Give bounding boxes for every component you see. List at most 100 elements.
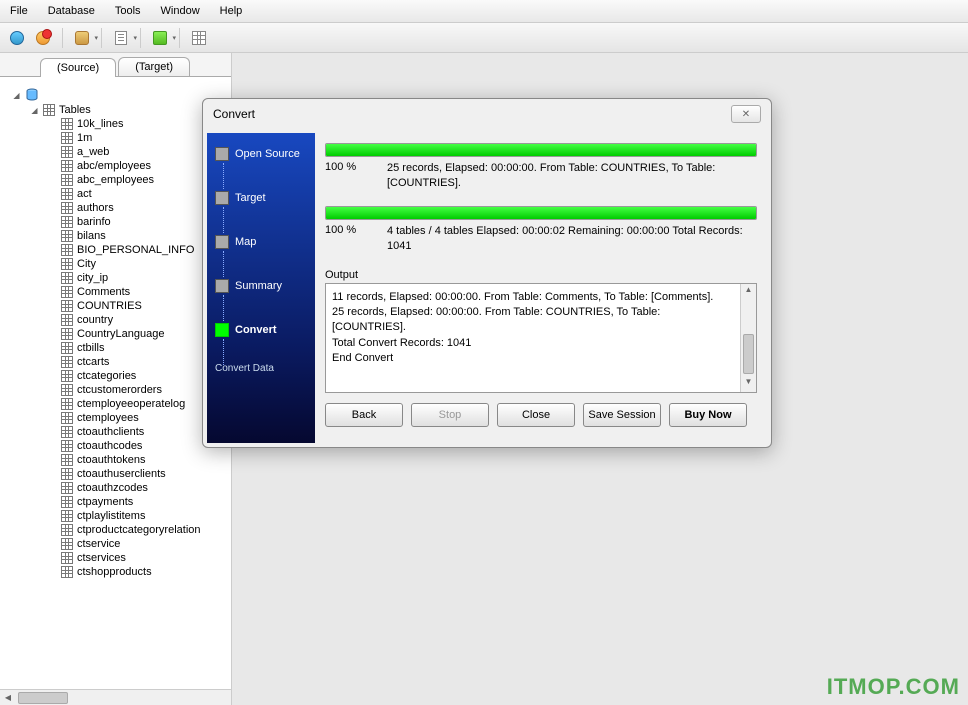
tree-table-item[interactable]: ctservice [48, 537, 227, 551]
tree-label: abc_employees [77, 174, 154, 186]
tree-label: COUNTRIES [77, 300, 142, 312]
tree-table-item[interactable]: ctoauthclients [48, 425, 227, 439]
table-icon [61, 202, 73, 214]
toolbar-settings-icon[interactable] [71, 27, 93, 49]
tree-table-item[interactable]: ctplaylistitems [48, 509, 227, 523]
wizard-step-icon [215, 235, 229, 249]
stop-button[interactable]: Stop [411, 403, 489, 427]
close-button[interactable]: Close [497, 403, 575, 427]
output-scrollbar[interactable]: ▲ ▼ [740, 284, 756, 392]
menu-file[interactable]: File [0, 2, 38, 20]
watermark: ITMOP.COM [827, 674, 960, 700]
scroll-down-icon[interactable]: ▼ [741, 376, 756, 392]
table-icon [61, 496, 73, 508]
table-icon [61, 118, 73, 130]
table-icon [61, 314, 73, 326]
scroll-thumb[interactable] [18, 692, 68, 704]
table-icon [61, 230, 73, 242]
tree-table-item[interactable]: abc/employees [48, 159, 227, 173]
expander-icon[interactable]: ◢ [12, 91, 21, 100]
tree-label: ctoauthclients [77, 426, 144, 438]
tree-table-item[interactable]: COUNTRIES [48, 299, 227, 313]
sidebar-tabs: (Source) (Target) [0, 53, 231, 77]
table-icon [61, 174, 73, 186]
wizard-step[interactable]: Map [215, 231, 307, 253]
tree-table-item[interactable]: ctbills [48, 341, 227, 355]
scroll-thumb[interactable] [743, 334, 754, 374]
back-button[interactable]: Back [325, 403, 403, 427]
toolbar-disconnect-icon[interactable] [32, 27, 54, 49]
output-line: End Convert [332, 351, 732, 366]
tree-table-item[interactable]: ctservices [48, 551, 227, 565]
output-textarea[interactable]: 11 records, Elapsed: 00:00:00. From Tabl… [325, 283, 757, 393]
database-icon [25, 88, 39, 102]
wizard-step[interactable]: Convert [215, 319, 307, 341]
tree-table-item[interactable]: 1m [48, 131, 227, 145]
table-icon [61, 552, 73, 564]
toolbar-run-icon[interactable] [149, 27, 171, 49]
wizard-sidebar: Open SourceTargetMapSummaryConvertConver… [207, 133, 315, 443]
tree-table-item[interactable]: a_web [48, 145, 227, 159]
tree-view[interactable]: ◢ ◢ Tables 10k_lines1ma_webabc/employees… [0, 77, 231, 689]
table-icon [61, 426, 73, 438]
tree-label: ctservice [77, 538, 120, 550]
tree-table-item[interactable]: ctoauthuserclients [48, 467, 227, 481]
tree-table-item[interactable]: ctproductcategoryrelation [48, 523, 227, 537]
tree-table-item[interactable]: ctcarts [48, 355, 227, 369]
tree-label: ctoauthzcodes [77, 482, 148, 494]
wizard-step-icon [215, 323, 229, 337]
tree-label: barinfo [77, 216, 111, 228]
tree-table-item[interactable]: CountryLanguage [48, 327, 227, 341]
save-session-button[interactable]: Save Session [583, 403, 661, 427]
menu-window[interactable]: Window [151, 2, 210, 20]
tree-label: City [77, 258, 96, 270]
tree-table-item[interactable]: City [48, 257, 227, 271]
tab-target[interactable]: (Target) [118, 57, 190, 76]
tree-table-item[interactable]: ctcustomerorders [48, 383, 227, 397]
tree-table-item[interactable]: barinfo [48, 215, 227, 229]
tree-table-item[interactable]: country [48, 313, 227, 327]
tree-table-item[interactable]: ctoauthcodes [48, 439, 227, 453]
menu-help[interactable]: Help [210, 2, 253, 20]
tree-table-item[interactable]: abc_employees [48, 173, 227, 187]
tree-label: ctcategories [77, 370, 136, 382]
toolbar-connect-icon[interactable] [6, 27, 28, 49]
tree-table-item[interactable]: act [48, 187, 227, 201]
tree-table-item[interactable]: bilans [48, 229, 227, 243]
toolbar-separator [140, 28, 141, 48]
dialog-main: 100 % 25 records, Elapsed: 00:00:00. Fro… [321, 133, 767, 443]
tree-table-item[interactable]: ctoauthzcodes [48, 481, 227, 495]
menu-tools[interactable]: Tools [105, 2, 151, 20]
tree-label: act [77, 188, 92, 200]
wizard-step[interactable]: Summary [215, 275, 307, 297]
buy-now-button[interactable]: Buy Now [669, 403, 747, 427]
tree-tables-node[interactable]: ◢ Tables [30, 103, 227, 117]
wizard-step[interactable]: Target [215, 187, 307, 209]
tree-table-item[interactable]: ctpayments [48, 495, 227, 509]
tree-table-item[interactable]: ctcategories [48, 369, 227, 383]
horizontal-scrollbar[interactable]: ◀ [0, 689, 231, 705]
tree-table-item[interactable]: city_ip [48, 271, 227, 285]
toolbar-grid-icon[interactable] [188, 27, 210, 49]
tree-table-item[interactable]: BIO_PERSONAL_INFO [48, 243, 227, 257]
tree-table-item[interactable]: ctemployeeoperatelog [48, 397, 227, 411]
menu-database[interactable]: Database [38, 2, 105, 20]
expander-icon[interactable]: ◢ [30, 106, 39, 115]
tree-label: ctservices [77, 552, 126, 564]
tree-table-item[interactable]: ctshopproducts [48, 565, 227, 579]
tree-database-node[interactable]: ◢ [12, 87, 227, 103]
toolbar-document-icon[interactable] [110, 27, 132, 49]
tree-label: ctoauthtokens [77, 454, 146, 466]
table-icon [61, 216, 73, 228]
scroll-left-icon[interactable]: ◀ [0, 693, 16, 702]
tree-table-item[interactable]: ctoauthtokens [48, 453, 227, 467]
scroll-up-icon[interactable]: ▲ [741, 284, 756, 300]
tree-label: bilans [77, 230, 106, 242]
tree-table-item[interactable]: ctemployees [48, 411, 227, 425]
tree-table-item[interactable]: 10k_lines [48, 117, 227, 131]
tree-table-item[interactable]: Comments [48, 285, 227, 299]
tree-table-item[interactable]: authors [48, 201, 227, 215]
wizard-step[interactable]: Open Source [215, 143, 307, 165]
close-icon[interactable]: ✕ [731, 105, 761, 123]
tab-source[interactable]: (Source) [40, 58, 116, 77]
